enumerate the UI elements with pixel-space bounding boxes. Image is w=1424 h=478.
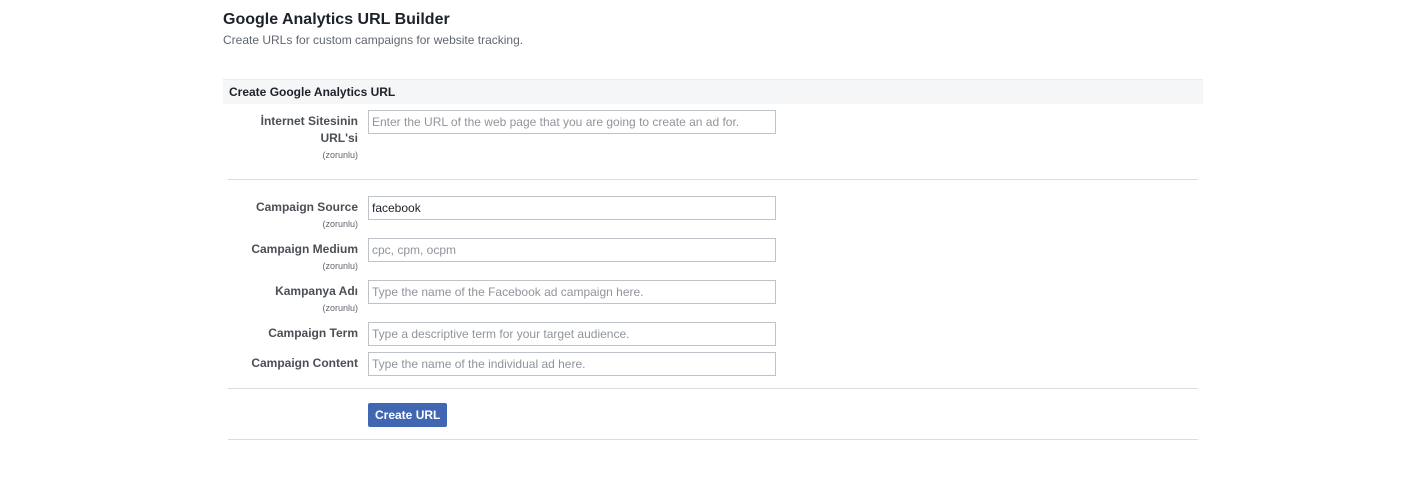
campaign-source-required: (zorunlu) (322, 219, 358, 229)
website-url-label-group: İnternet Sitesinin URL'si (zorunlu) (228, 113, 358, 162)
divider-3 (228, 439, 1198, 440)
campaign-content-input[interactable] (368, 352, 776, 376)
create-url-button[interactable]: Create URL (368, 403, 448, 427)
campaign-content-row: Campaign Content (228, 352, 1198, 378)
campaign-medium-label: Campaign Medium (251, 242, 358, 256)
campaign-term-label-group: Campaign Term (228, 325, 358, 342)
campaign-content-label: Campaign Content (251, 356, 358, 370)
website-url-row: İnternet Sitesinin URL'si (zorunlu) (228, 110, 1198, 170)
campaign-name-required: (zorunlu) (322, 303, 358, 313)
page-subtitle: Create URLs for custom campaigns for web… (223, 33, 524, 47)
campaign-term-input[interactable] (368, 322, 776, 346)
campaign-name-input[interactable] (368, 280, 776, 304)
campaign-source-label-group: Campaign Source (zorunlu) (228, 199, 358, 231)
website-url-label: İnternet Sitesinin URL'si (260, 114, 358, 145)
campaign-name-label-group: Kampanya Adı (zorunlu) (228, 283, 358, 315)
divider-1 (228, 179, 1198, 180)
url-builder-page: Google Analytics URL Builder Create URLs… (0, 0, 1424, 478)
campaign-source-row: Campaign Source (zorunlu) (228, 196, 1198, 232)
campaign-medium-label-group: Campaign Medium (zorunlu) (228, 241, 358, 273)
campaign-name-label: Kampanya Adı (275, 284, 358, 298)
campaign-source-input[interactable] (368, 196, 776, 220)
campaign-term-row: Campaign Term (228, 322, 1198, 348)
divider-2 (228, 388, 1198, 389)
campaign-medium-row: Campaign Medium (zorunlu) (228, 238, 1198, 274)
page-title: Google Analytics URL Builder (223, 11, 450, 28)
campaign-content-label-group: Campaign Content (228, 355, 358, 372)
campaign-name-row: Kampanya Adı (zorunlu) (228, 280, 1198, 316)
campaign-medium-required: (zorunlu) (322, 261, 358, 271)
section-header: Create Google Analytics URL (223, 79, 1203, 104)
website-url-input[interactable] (368, 110, 776, 134)
section-title: Create Google Analytics URL (229, 85, 396, 99)
campaign-term-label: Campaign Term (268, 326, 358, 340)
campaign-source-label: Campaign Source (255, 200, 358, 214)
website-url-required: (zorunlu) (322, 150, 358, 160)
page-header: Google Analytics URL Builder Create URLs… (223, 10, 523, 48)
campaign-medium-input[interactable] (368, 238, 776, 262)
